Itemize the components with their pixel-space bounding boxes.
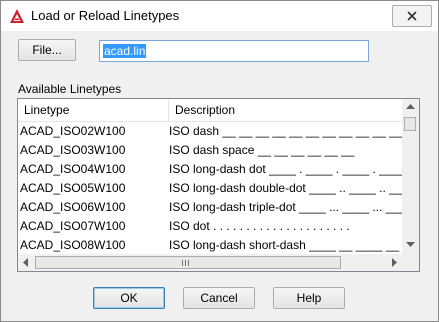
scroll-up-arrow-icon[interactable]: [406, 104, 415, 110]
horizontal-scroll-thumb[interactable]: [35, 256, 341, 269]
description-cell: ISO dash __ __ __ __ __ __ __ __ __ __ _…: [169, 124, 404, 138]
column-header-linetype[interactable]: Linetype: [18, 99, 168, 121]
table-row[interactable]: ACAD_ISO08W100 ISO long-dash short-dash …: [18, 236, 404, 255]
file-button[interactable]: File...: [18, 39, 76, 61]
table-row[interactable]: ACAD_ISO03W100 ISO dash space __ __ __ _…: [18, 141, 404, 160]
description-cell: ISO long-dash short-dash ____ __ ____ __…: [169, 238, 404, 252]
scroll-left-arrow-icon[interactable]: [23, 258, 29, 267]
ok-button[interactable]: OK: [93, 287, 165, 309]
cancel-button[interactable]: Cancel: [183, 287, 255, 309]
description-cell: ISO long-dash dot ____ . ____ . ____ . _…: [169, 162, 404, 176]
ok-button-label: OK: [120, 291, 138, 305]
column-header-description[interactable]: Description: [169, 99, 405, 121]
file-name-value: acad.lin: [103, 44, 147, 58]
description-cell: ISO long-dash double-dot ____ .. ____ ..…: [169, 181, 404, 195]
available-linetypes-label: Available Linetypes: [18, 82, 122, 96]
linetype-cell: ACAD_ISO04W100: [20, 162, 126, 176]
table-row[interactable]: ACAD_ISO05W100 ISO long-dash double-dot …: [18, 179, 404, 198]
linetype-cell: ACAD_ISO06W100: [20, 200, 126, 214]
scroll-grip-icon: [182, 260, 183, 266]
help-button-label: Help: [296, 291, 322, 305]
table-row[interactable]: ACAD_ISO02W100 ISO dash __ __ __ __ __ _…: [18, 122, 404, 141]
cancel-button-label: Cancel: [200, 291, 238, 305]
autocad-logo-icon: [10, 9, 24, 23]
title-bar[interactable]: Load or Reload Linetypes: [1, 1, 438, 31]
description-cell: ISO long-dash triple-dot ____ ... ____ .…: [169, 200, 404, 214]
description-cell: ISO dash space __ __ __ __ __ __: [169, 143, 355, 157]
dialog-title: Load or Reload Linetypes: [31, 8, 180, 23]
close-icon: [407, 11, 417, 21]
linetype-cell: ACAD_ISO03W100: [20, 143, 126, 157]
help-button[interactable]: Help: [273, 287, 345, 309]
linetype-cell: ACAD_ISO05W100: [20, 181, 126, 195]
dialog-window: Load or Reload Linetypes File... acad.li…: [0, 0, 439, 322]
table-row[interactable]: ACAD_ISO06W100 ISO long-dash triple-dot …: [18, 198, 404, 217]
scroll-right-arrow-icon[interactable]: [392, 258, 398, 267]
scrollbar-corner: [402, 254, 419, 271]
description-cell: ISO dot . . . . . . . . . . . . . . . . …: [169, 219, 350, 233]
scroll-down-arrow-icon[interactable]: [406, 242, 415, 248]
table-row[interactable]: ACAD_ISO07W100 ISO dot . . . . . . . . .…: [18, 217, 404, 236]
scroll-grip-icon: [185, 260, 186, 266]
horizontal-scrollbar[interactable]: [18, 254, 404, 271]
file-name-field[interactable]: acad.lin: [99, 40, 369, 62]
linetype-cell: ACAD_ISO02W100: [20, 124, 126, 138]
scroll-grip-icon: [188, 260, 189, 266]
file-button-label: File...: [32, 43, 62, 57]
linetype-cell: ACAD_ISO08W100: [20, 238, 126, 252]
list-header: Linetype Description: [18, 99, 404, 122]
linetype-list[interactable]: Linetype Description ACAD_ISO02W100 ISO …: [17, 98, 420, 272]
vertical-scroll-thumb[interactable]: [404, 117, 416, 131]
linetype-cell: ACAD_ISO07W100: [20, 219, 126, 233]
vertical-scrollbar[interactable]: [402, 99, 419, 254]
table-row[interactable]: ACAD_ISO04W100 ISO long-dash dot ____ . …: [18, 160, 404, 179]
close-button[interactable]: [392, 5, 432, 27]
